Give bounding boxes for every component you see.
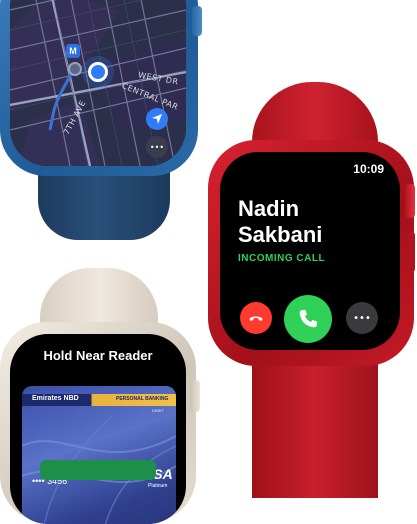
pin-icon bbox=[68, 62, 82, 76]
ellipsis-icon: ••• bbox=[149, 142, 165, 152]
wallet-screen: Hold Near Reader Emirates NBD PERSONAL B… bbox=[10, 334, 186, 524]
map-more-button[interactable]: ••• bbox=[146, 136, 168, 158]
current-location-icon bbox=[88, 62, 108, 82]
decline-call-button[interactable] bbox=[240, 302, 272, 334]
card-type: DEBIT bbox=[152, 408, 164, 413]
navigation-arrow-icon bbox=[152, 114, 162, 124]
card-tier: PERSONAL BANKING bbox=[116, 396, 169, 402]
next-card-peek[interactable] bbox=[40, 460, 156, 480]
call-screen: 10:09 Nadin Sakbani INCOMING CALL ••• bbox=[220, 152, 400, 350]
watch-band-red-bottom bbox=[252, 350, 378, 498]
digital-crown-starlight[interactable] bbox=[190, 380, 200, 412]
call-status: INCOMING CALL bbox=[238, 253, 326, 264]
metro-marker[interactable]: M bbox=[66, 44, 80, 58]
wallet-instruction: Hold Near Reader bbox=[43, 348, 153, 363]
phone-icon bbox=[299, 310, 317, 328]
bank-name: Emirates NBD bbox=[32, 395, 79, 402]
digital-crown-blue[interactable] bbox=[192, 6, 202, 36]
digital-crown-red[interactable] bbox=[405, 184, 415, 218]
card-network-tier: Platinum bbox=[148, 483, 168, 489]
metro-marker-letter: M bbox=[69, 46, 77, 56]
payment-card[interactable]: Emirates NBD PERSONAL BANKING DEBIT ••••… bbox=[22, 386, 176, 524]
accept-call-button[interactable] bbox=[284, 295, 332, 343]
call-more-button[interactable]: ••• bbox=[346, 302, 378, 334]
side-button-red[interactable] bbox=[409, 232, 415, 272]
hang-up-phone-icon bbox=[249, 316, 263, 321]
maps-screen: M WEST DR CENTRAL PAR 7TH AVE ••• bbox=[10, 0, 186, 166]
clock-time: 10:09 bbox=[353, 162, 384, 176]
caller-last-name: Sakbani bbox=[238, 222, 323, 247]
navigate-button[interactable] bbox=[146, 108, 168, 130]
caller-first-name: Nadin bbox=[238, 196, 300, 221]
ellipsis-icon: ••• bbox=[353, 312, 371, 324]
card-pattern bbox=[22, 415, 176, 524]
